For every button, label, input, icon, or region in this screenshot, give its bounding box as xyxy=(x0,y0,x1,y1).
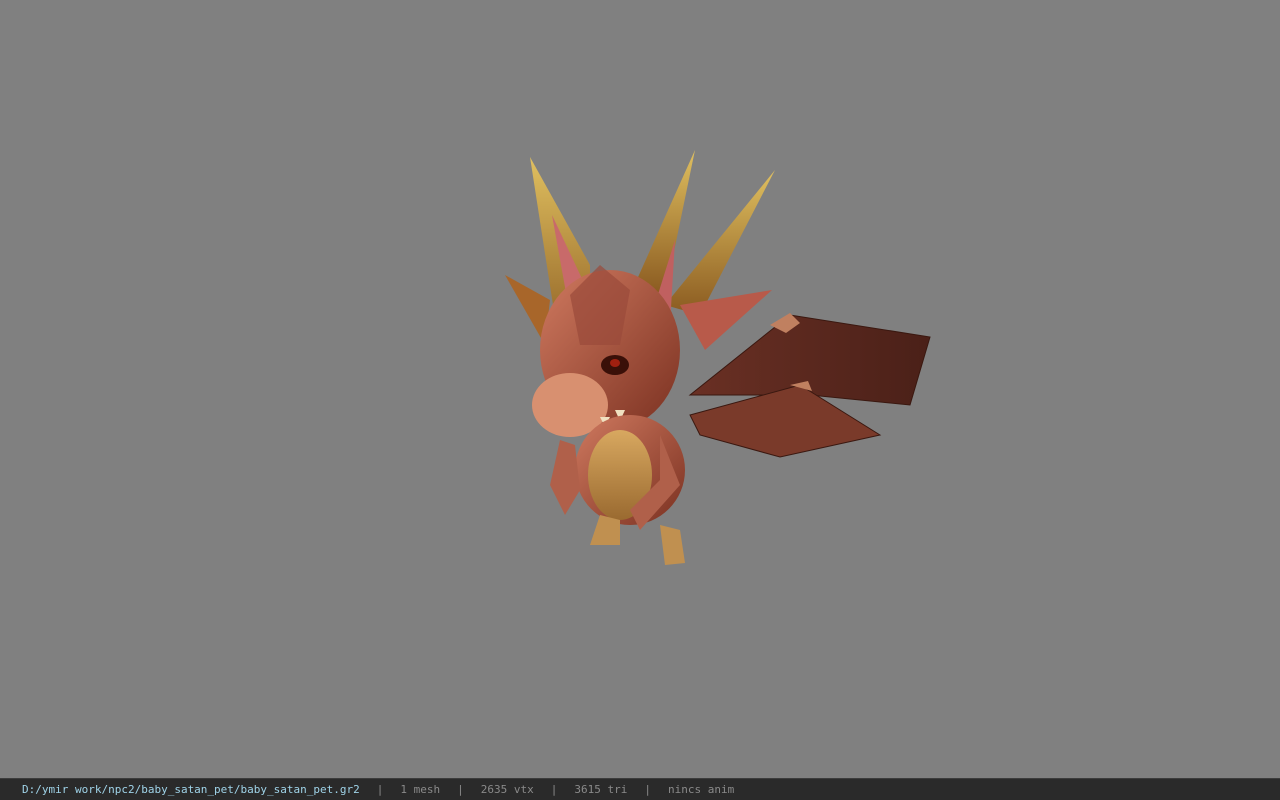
status-bar: D:/ymir work/npc2/baby_satan_pet/baby_sa… xyxy=(0,778,1280,800)
separator: | xyxy=(550,783,558,796)
mesh-count: 1 mesh xyxy=(400,783,441,796)
triangle-count: 3615 tri xyxy=(574,783,628,796)
separator: | xyxy=(644,783,651,796)
separator: | xyxy=(376,783,384,796)
dragon-model-icon xyxy=(505,150,931,565)
anim-status: nincs anim xyxy=(667,783,735,796)
vertex-count: 2635 vtx xyxy=(480,783,534,796)
separator: | xyxy=(457,783,464,796)
model-viewport[interactable] xyxy=(0,0,1280,778)
file-path: D:/ymir work/npc2/baby_satan_pet/baby_sa… xyxy=(22,783,360,796)
